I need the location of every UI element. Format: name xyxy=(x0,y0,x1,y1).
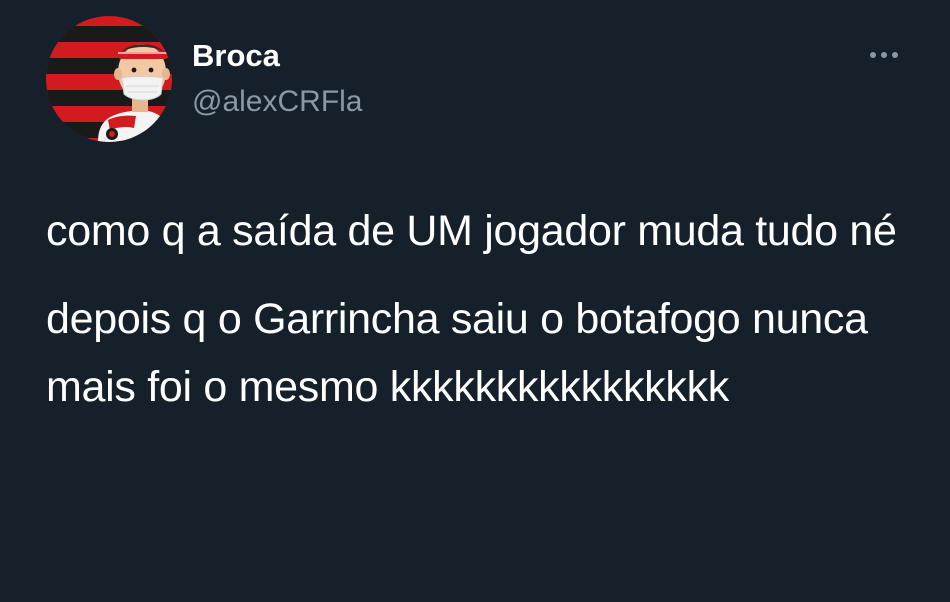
tweet-card: Broca @alexCRFla como q a saída de UM jo… xyxy=(0,0,950,602)
author-display-name[interactable]: Broca xyxy=(192,38,280,74)
more-horizontal-icon-dot-2 xyxy=(881,52,887,58)
tweet-paragraph-2: depois q o Garrincha saiu o botafogo nun… xyxy=(46,295,868,411)
avatar[interactable] xyxy=(46,16,172,142)
tweet-text: como q a saída de UM jogador muda tudo n… xyxy=(46,197,926,421)
author-handle[interactable]: @alexCRFla xyxy=(192,84,363,120)
more-horizontal-icon-dot-3 xyxy=(892,52,898,58)
avatar-image xyxy=(46,16,172,142)
tweet-paragraph-1: como q a saída de UM jogador muda tudo n… xyxy=(46,207,897,255)
more-horizontal-icon xyxy=(870,52,876,58)
more-options-button[interactable] xyxy=(860,40,908,70)
